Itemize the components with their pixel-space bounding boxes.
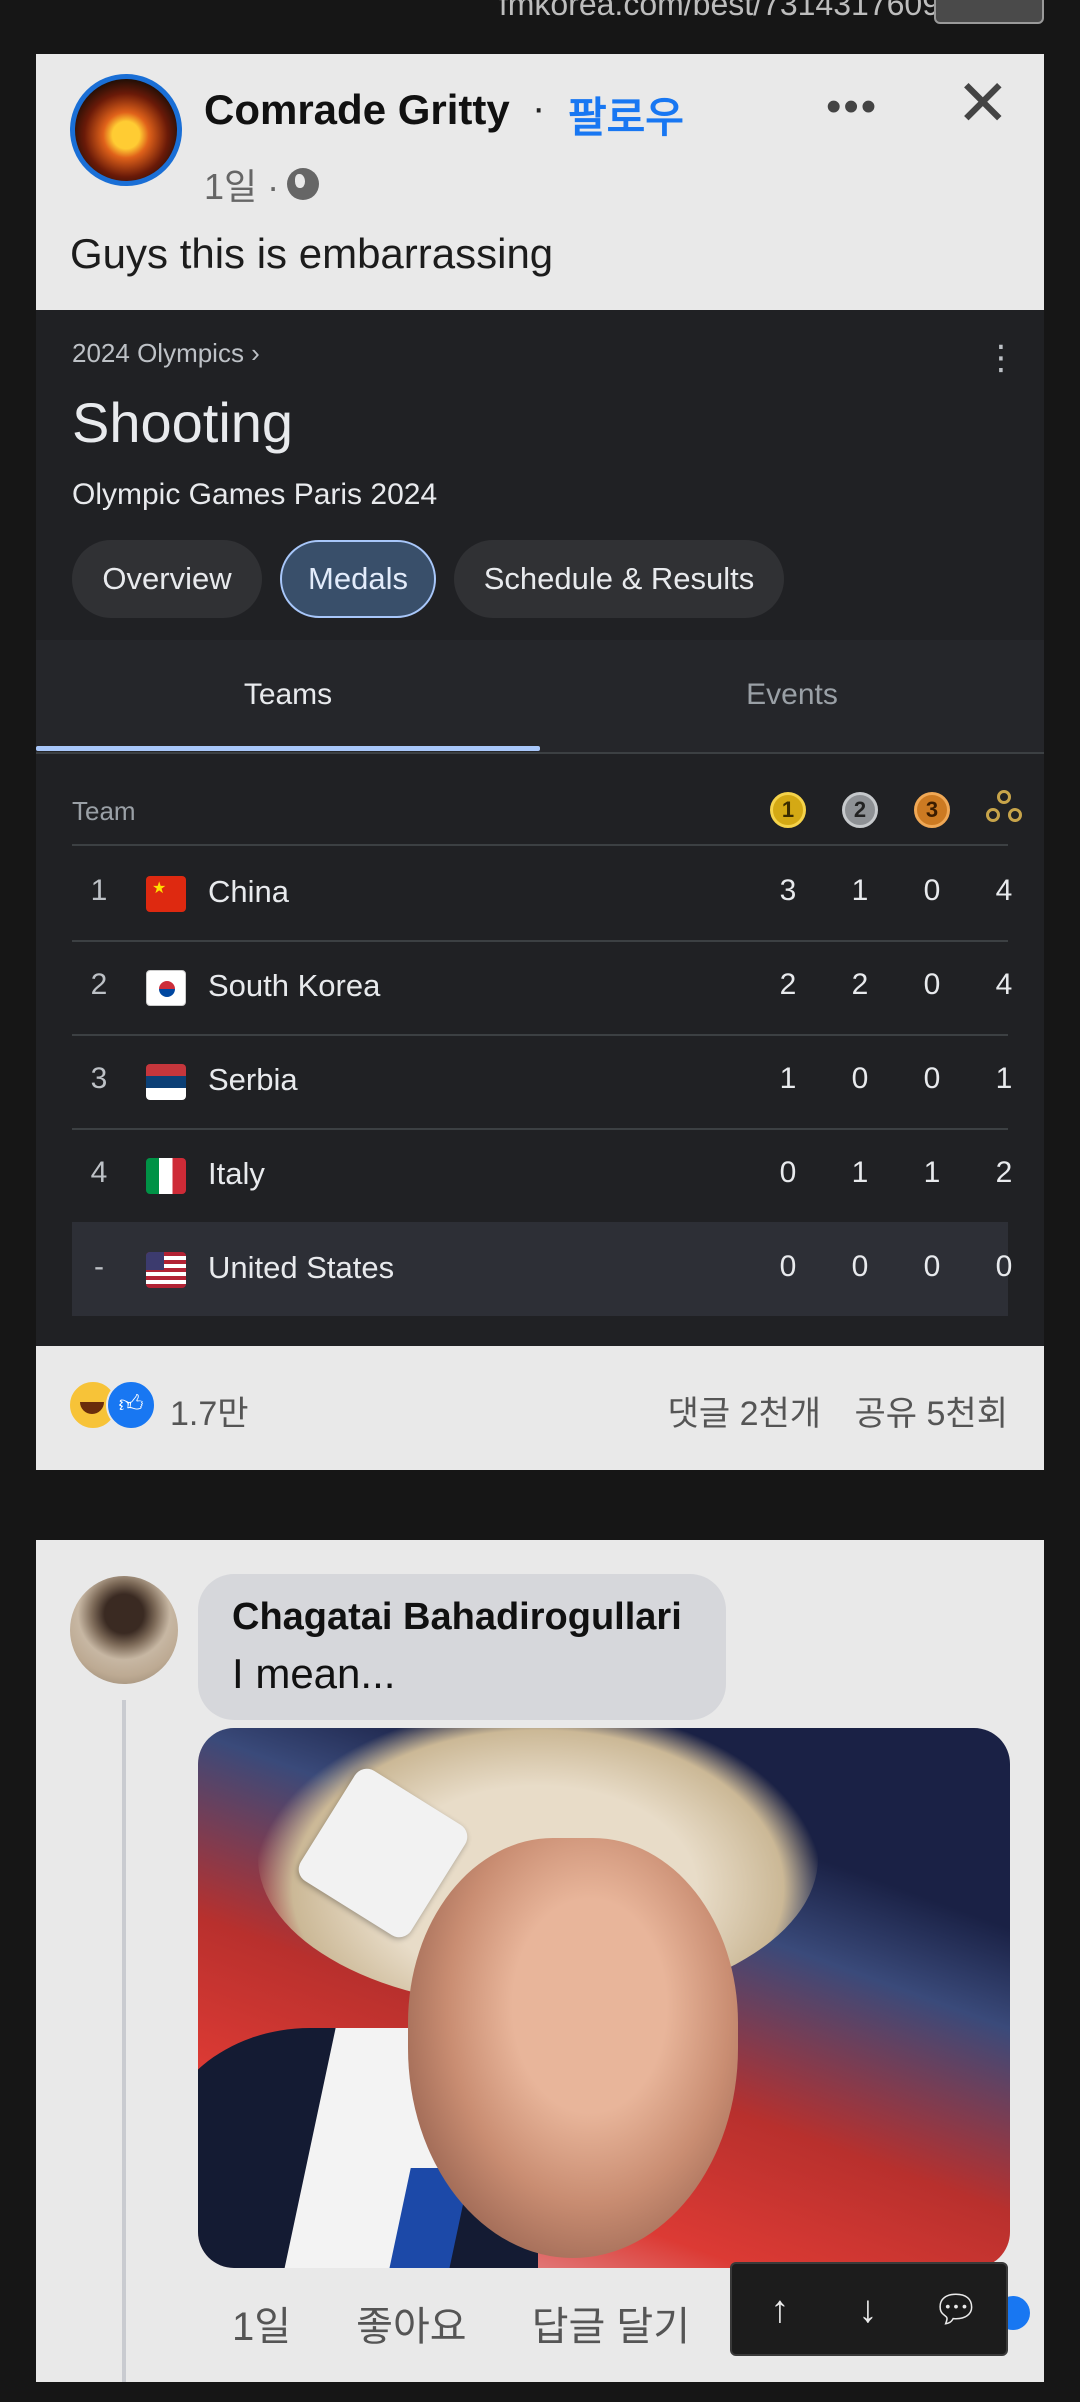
row-gold: 3 — [779, 874, 797, 907]
chip-overview: Overview — [72, 540, 262, 618]
row-total: 4 — [995, 968, 1013, 1001]
row-silver: 2 — [851, 968, 869, 1001]
silver-medal-icon: 2 — [842, 792, 878, 828]
share-count[interactable]: 공유 5천회 — [855, 1395, 1008, 1433]
page-subtitle: Olympic Games Paris 2024 — [72, 478, 438, 511]
comment-actions: 1일 좋아요 답글 달기 — [232, 2294, 744, 2352]
more-vertical-icon: ⋮ — [984, 339, 1018, 377]
table-row: 3 Serbia 1 0 0 1 — [72, 1034, 1012, 1130]
site-url: fmkorea.com/best/7314317609 — [498, 0, 940, 22]
post-time: 1일 · — [204, 166, 280, 207]
thread-line — [122, 1700, 126, 2382]
post-text: Guys this is embarrassing — [70, 230, 554, 277]
row-gold: 0 — [779, 1250, 797, 1283]
comment-text: I mean... — [232, 1650, 396, 1697]
table-row-highlighted: - United States 0 0 0 0 — [72, 1222, 1012, 1316]
globe-icon — [287, 168, 320, 200]
row-silver: 1 — [851, 1156, 869, 1189]
floating-nav: ↑ ↓ 💬︎ — [730, 2262, 1008, 2356]
gold-medal-icon: 1 — [770, 792, 806, 828]
row-total: 2 — [995, 1156, 1013, 1189]
bronze-medal-icon: 3 — [914, 792, 950, 828]
row-total: 1 — [995, 1062, 1013, 1095]
breadcrumb: 2024 Olympics › — [72, 338, 260, 368]
chip-medals: Medals — [280, 540, 436, 618]
comment-time: 1일 — [232, 2305, 292, 2349]
commenter-name[interactable]: Chagatai Bahadirogullari — [232, 1596, 682, 1639]
tabs-bar: Teams Events — [36, 640, 1044, 754]
row-bronze: 0 — [923, 1062, 941, 1095]
close-icon[interactable]: ✕ — [956, 66, 1010, 141]
row-rank: 3 — [90, 1062, 108, 1095]
italy-flag-icon — [146, 1158, 186, 1194]
row-country: Serbia — [208, 1062, 298, 1097]
arrow-down-icon[interactable]: ↓ — [840, 2282, 896, 2338]
page-title: Shooting — [72, 391, 294, 454]
row-silver: 1 — [851, 874, 869, 907]
like-reaction-icon[interactable]: 👍︎ — [106, 1380, 156, 1430]
reaction-count[interactable]: 1.7만 — [170, 1386, 249, 1435]
author-avatar[interactable] — [70, 74, 182, 186]
comment-card: Chagatai Bahadirogullari I mean... 1일 좋아… — [36, 1540, 1044, 2382]
row-total: 0 — [995, 1250, 1013, 1283]
bottom-strip — [0, 2384, 1080, 2402]
south-korea-flag-icon — [146, 970, 186, 1006]
serbia-flag-icon — [146, 1064, 186, 1100]
comment-photo[interactable] — [198, 1728, 1010, 2268]
table-row: 1 China 3 1 0 4 — [72, 846, 1012, 942]
comment-bubble: Chagatai Bahadirogullari I mean... — [198, 1574, 726, 1720]
united-states-flag-icon — [146, 1252, 186, 1288]
total-medals-icon — [984, 790, 1024, 830]
engagement-counts: 댓글 2천개 공유 5천회 — [668, 1386, 1008, 1435]
medal-table-screenshot[interactable]: 2024 Olympics › ⋮ Shooting Olympic Games… — [36, 310, 1044, 1346]
chip-schedule-results: Schedule & Results — [454, 540, 784, 618]
row-total: 4 — [995, 874, 1013, 907]
reaction-bar: 👍︎ 1.7만 댓글 2천개 공유 5천회 — [36, 1346, 1044, 1470]
top-bar: fmkorea.com/best/7314317609 — [0, 0, 1080, 54]
tab-teams: Teams — [243, 678, 333, 711]
row-bronze: 0 — [923, 1250, 941, 1283]
row-rank: 2 — [90, 968, 108, 1001]
china-flag-icon — [146, 876, 186, 912]
row-bronze: 0 — [923, 968, 941, 1001]
commenter-avatar[interactable] — [70, 1576, 178, 1684]
row-gold: 1 — [779, 1062, 797, 1095]
table-row: 2 South Korea 2 2 0 4 — [72, 940, 1012, 1036]
follow-button[interactable]: 팔로우 — [568, 84, 684, 145]
tab-events: Events — [746, 678, 838, 711]
row-silver: 0 — [851, 1250, 869, 1283]
active-tab-indicator — [36, 746, 540, 751]
row-country: China — [208, 874, 289, 909]
row-rank: - — [94, 1250, 104, 1283]
row-gold: 2 — [779, 968, 797, 1001]
row-rank: 4 — [90, 1156, 108, 1189]
row-bronze: 0 — [923, 874, 941, 907]
row-silver: 0 — [851, 1062, 869, 1095]
header-team: Team — [72, 796, 136, 826]
table-header: Team 1 2 3 — [72, 780, 1022, 846]
arrow-up-icon[interactable]: ↑ — [752, 2282, 808, 2338]
post-meta: 1일 · — [204, 158, 320, 210]
more-horizontal-icon[interactable]: ••• — [826, 82, 878, 132]
post-card: Comrade Gritty · 팔로우 ••• ✕ 1일 · Guys thi… — [36, 54, 1044, 1470]
comment-count[interactable]: 댓글 2천개 — [668, 1395, 821, 1433]
row-bronze: 1 — [923, 1156, 941, 1189]
url-bar-button[interactable] — [934, 0, 1044, 24]
row-rank: 1 — [90, 874, 108, 907]
comment-icon[interactable]: 💬︎ — [928, 2282, 984, 2338]
row-country: Italy — [208, 1156, 265, 1191]
row-gold: 0 — [779, 1156, 797, 1189]
like-button[interactable]: 좋아요 — [356, 2305, 466, 2349]
reply-button[interactable]: 답글 달기 — [532, 2305, 690, 2349]
photo-face — [408, 1838, 738, 2258]
post-author-name[interactable]: Comrade Gritty — [204, 86, 510, 134]
row-country: South Korea — [208, 968, 381, 1003]
table-row: 4 Italy 0 1 1 2 — [72, 1128, 1012, 1224]
row-country: United States — [208, 1250, 395, 1285]
separator-dot: · — [532, 86, 546, 130]
